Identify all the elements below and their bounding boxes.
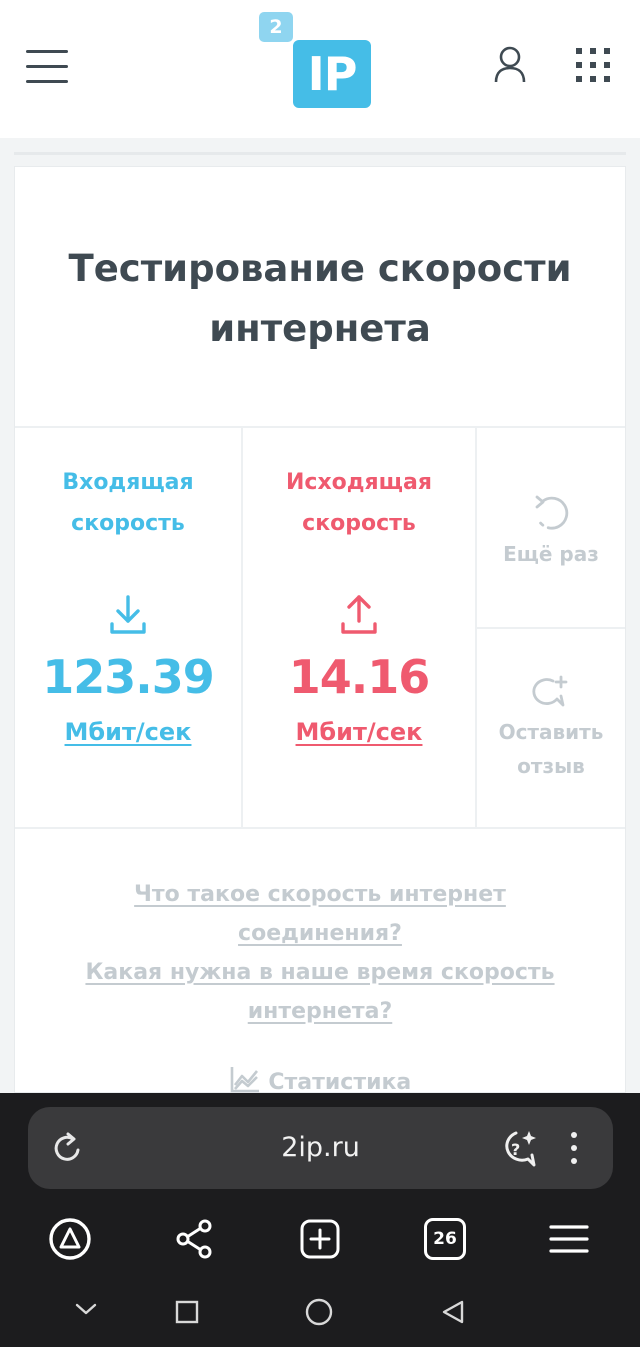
upload-value: 14.16 xyxy=(288,650,431,704)
download-value: 123.39 xyxy=(42,650,215,704)
faq-link-2-line-2: интернета? xyxy=(247,999,393,1024)
feedback-button[interactable]: Оставить отзыв xyxy=(477,675,625,783)
page-title: Тестирование скорости интернета xyxy=(15,239,625,359)
feedback-label-line-1: Оставить xyxy=(498,720,604,744)
logo-text: IP xyxy=(293,40,371,108)
download-icon xyxy=(15,594,241,644)
title-line-1: Тестирование скорости xyxy=(68,247,572,290)
faq-links: Что такое скорость интернет соединения? … xyxy=(15,875,625,1031)
alice-assistant-icon[interactable] xyxy=(48,1217,92,1265)
tabs-counter[interactable]: 26 xyxy=(424,1218,466,1260)
address-bar[interactable]: 2ip.ru ? xyxy=(28,1107,613,1189)
upload-label-line-1: Исходящая xyxy=(286,470,432,495)
divider xyxy=(15,426,625,428)
faq-link-2-line-1: Какая нужна в наше время скорость xyxy=(85,960,555,985)
chart-icon xyxy=(230,1067,259,1093)
new-tab-icon[interactable] xyxy=(299,1218,341,1264)
download-panel: Входящая скорость 123.39 Мбит/сек xyxy=(15,462,241,746)
upload-panel: Исходящая скорость 14.16 Мбит/сек xyxy=(243,462,475,746)
browser-toolbar: 2ip.ru ? 26 xyxy=(0,1093,640,1347)
header-divider xyxy=(14,152,626,155)
download-unit-link[interactable]: Мбит/сек xyxy=(15,718,241,746)
add-comment-icon xyxy=(477,675,625,715)
retry-icon xyxy=(477,493,625,537)
menu-icon[interactable] xyxy=(26,50,70,84)
user-icon[interactable] xyxy=(492,44,528,84)
apps-grid-icon[interactable] xyxy=(574,46,612,84)
browser-menu-icon[interactable] xyxy=(548,1223,590,1259)
site-header: 2 IP xyxy=(0,0,640,138)
statistics-label: Статистика xyxy=(268,1070,412,1095)
upload-label-line-2: скорость xyxy=(302,511,416,536)
faq-link-needed-speed[interactable]: Какая нужна в наше время скорость интерн… xyxy=(85,953,554,1031)
upload-unit-link[interactable]: Мбит/сек xyxy=(243,718,475,746)
faq-link-1-line-2: соединения? xyxy=(238,921,402,946)
recent-apps-icon[interactable] xyxy=(175,1300,199,1328)
home-icon[interactable] xyxy=(305,1298,333,1330)
upload-icon xyxy=(243,594,475,644)
faq-link-1-line-1: Что такое скорость интернет xyxy=(134,882,506,907)
upload-label: Исходящая скорость xyxy=(243,462,475,544)
more-options-icon[interactable] xyxy=(566,1131,582,1169)
retry-label: Ещё раз xyxy=(503,542,599,566)
download-label-line-1: Входящая xyxy=(62,470,194,495)
hide-keyboard-icon[interactable] xyxy=(74,1301,98,1321)
divider xyxy=(477,627,625,629)
download-label-line-2: скорость xyxy=(71,511,185,536)
svg-text:?: ? xyxy=(511,1140,520,1159)
speedtest-card: Тестирование скорости интернета Входящая… xyxy=(14,166,626,1095)
retry-button[interactable]: Ещё раз xyxy=(477,493,625,571)
download-label: Входящая скорость xyxy=(15,462,241,544)
ai-assistant-icon[interactable]: ? xyxy=(498,1129,538,1173)
site-logo[interactable]: 2 IP xyxy=(259,12,373,110)
feedback-label: Оставить отзыв xyxy=(477,715,625,783)
title-line-2: интернета xyxy=(209,307,431,350)
share-icon[interactable] xyxy=(174,1218,214,1264)
statistics-link[interactable]: Статистика xyxy=(15,1065,625,1095)
divider xyxy=(15,827,625,829)
faq-link-what-is-speed[interactable]: Что такое скорость интернет соединения? xyxy=(134,875,506,953)
logo-number: 2 xyxy=(259,12,293,42)
feedback-label-line-2: отзыв xyxy=(517,754,585,778)
back-icon[interactable] xyxy=(440,1299,466,1329)
